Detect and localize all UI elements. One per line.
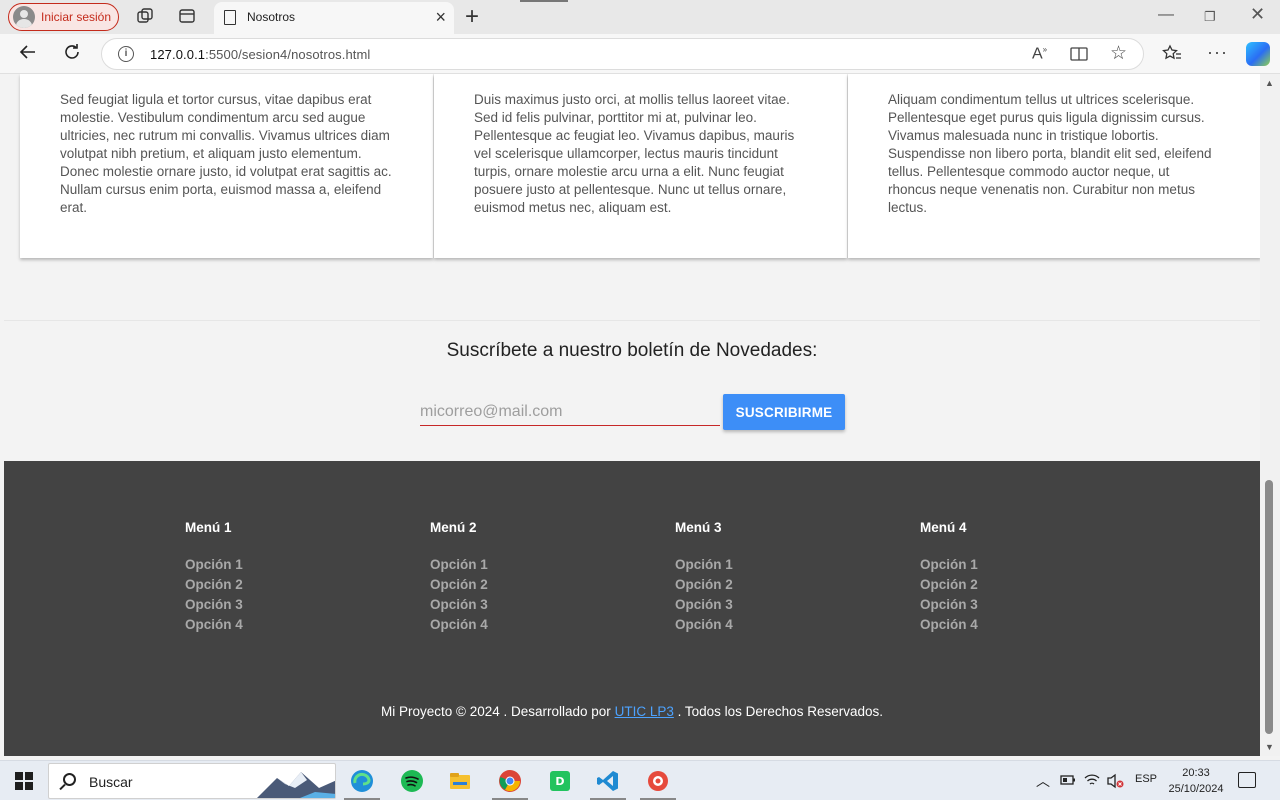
footer-link[interactable]: Opción 4	[430, 615, 630, 635]
immersive-reader-icon[interactable]	[1070, 45, 1088, 68]
show-hidden-icons-icon[interactable]: ︿	[1036, 771, 1050, 791]
footer-link[interactable]: Opción 1	[920, 555, 1120, 575]
developer-link[interactable]: UTIC LP3	[615, 704, 674, 719]
file-explorer-icon[interactable]	[448, 769, 472, 793]
close-window-icon[interactable]: ✕	[1250, 4, 1265, 25]
favorite-star-icon[interactable]: ☆	[1110, 42, 1127, 65]
workspaces-icon[interactable]	[136, 7, 156, 27]
more-options-icon[interactable]: ···	[1207, 42, 1228, 63]
email-field[interactable]	[420, 398, 720, 426]
subscribe-button[interactable]: SUSCRIBIRME	[723, 394, 845, 430]
clock-time: 20:33	[1182, 767, 1210, 779]
read-aloud-icon[interactable]: A»	[1032, 45, 1047, 63]
refresh-icon[interactable]	[62, 42, 82, 68]
footer-link[interactable]: Opción 3	[920, 595, 1120, 615]
profile-icon	[13, 6, 35, 28]
info-card: Aliquam condimentum tellus ut ultrices s…	[848, 74, 1260, 258]
search-label: Buscar	[89, 774, 133, 790]
clock-date: 25/10/2024	[1168, 783, 1224, 795]
card-text: Aliquam condimentum tellus ut ultrices s…	[888, 92, 1212, 215]
copilot-icon[interactable]	[1246, 42, 1270, 66]
copyright-text: Mi Proyecto © 2024 . Desarrollado por UT…	[381, 704, 883, 719]
footer-menu-title: Menú 3	[675, 520, 722, 535]
footer-link[interactable]: Opción 4	[675, 615, 875, 635]
footer-menu-title: Menú 2	[430, 520, 477, 535]
windows-taskbar: Buscar D ︿ ESP 20:33 25/10/2024	[0, 760, 1280, 800]
search-highlight-image	[257, 772, 335, 798]
card-text: Duis maximus justo orci, at mollis tellu…	[474, 92, 795, 215]
footer-link[interactable]: Opción 3	[675, 595, 875, 615]
card-row: Sed feugiat ligula et tortor cursus, vit…	[20, 74, 1260, 258]
footer-link[interactable]: Opción 1	[430, 555, 630, 575]
signin-label: Iniciar sesión	[41, 10, 112, 24]
chrome-icon[interactable]	[498, 769, 522, 793]
page-icon	[224, 10, 236, 25]
taskbar-search[interactable]: Buscar	[48, 763, 336, 799]
footer-link[interactable]: Opción 3	[430, 595, 630, 615]
vscode-icon[interactable]	[596, 769, 620, 793]
footer-menu-title: Menú 1	[185, 520, 232, 535]
footer-link[interactable]: Opción 1	[675, 555, 875, 575]
signin-button[interactable]: Iniciar sesión	[8, 3, 119, 31]
footer-menu-title: Menú 4	[920, 520, 967, 535]
notifications-icon[interactable]	[1238, 772, 1256, 788]
close-tab-icon[interactable]: ×	[435, 7, 446, 27]
new-tab-icon[interactable]: +	[465, 3, 479, 31]
info-card: Duis maximus justo orci, at mollis tellu…	[434, 74, 847, 258]
edge-icon[interactable]	[350, 769, 374, 793]
page-scrollbar[interactable]: ▲ ▼	[1260, 74, 1280, 756]
scroll-down-icon[interactable]: ▼	[1265, 742, 1274, 752]
wifi-icon[interactable]	[1084, 773, 1100, 787]
browser-titlebar: Iniciar sesión Nosotros × + — ❐ ✕	[0, 0, 1280, 34]
section-divider	[4, 320, 1260, 321]
search-icon	[63, 773, 76, 786]
scrollbar-thumb[interactable]	[1265, 480, 1273, 734]
restore-icon[interactable]: ❐	[1204, 9, 1216, 25]
minimize-icon[interactable]: —	[1158, 6, 1174, 24]
newsletter-title: Suscríbete a nuestro boletín de Novedade…	[446, 340, 818, 361]
footer-link[interactable]: Opción 3	[185, 595, 385, 615]
battery-icon[interactable]	[1060, 774, 1076, 786]
git-client-icon[interactable]	[646, 769, 670, 793]
back-icon[interactable]	[18, 42, 38, 68]
footer-link[interactable]: Opción 2	[920, 575, 1120, 595]
footer-link[interactable]: Opción 2	[675, 575, 875, 595]
page-viewport: Sed feugiat ligula et tortor cursus, vit…	[4, 74, 1260, 756]
url-field[interactable]: i 127.0.0.1:5500/sesion4/nosotros.html A…	[101, 38, 1144, 70]
url-text: 127.0.0.1:5500/sesion4/nosotros.html	[150, 47, 371, 62]
favorites-icon[interactable]	[1162, 44, 1182, 69]
card-text: Sed feugiat ligula et tortor cursus, vit…	[60, 92, 392, 215]
tab-nosotros[interactable]: Nosotros ×	[214, 2, 454, 34]
spotify-icon[interactable]	[400, 769, 424, 793]
drag-indicator	[520, 0, 568, 2]
language-indicator[interactable]: ESP	[1135, 773, 1157, 785]
start-button[interactable]	[15, 772, 33, 790]
scroll-up-icon[interactable]: ▲	[1265, 78, 1274, 88]
svg-text:D: D	[555, 775, 564, 788]
datagrip-icon[interactable]: D	[548, 769, 572, 793]
system-clock[interactable]: 20:33 25/10/2024	[1158, 765, 1234, 797]
footer-link[interactable]: Opción 2	[430, 575, 630, 595]
footer-link[interactable]: Opción 4	[185, 615, 385, 635]
site-info-icon[interactable]: i	[118, 46, 134, 62]
footer-menu-1: Menú 1 Opción 1 Opción 2 Opción 3 Opción…	[185, 520, 385, 635]
footer: Menú 1 Opción 1 Opción 2 Opción 3 Opción…	[4, 461, 1260, 756]
footer-link[interactable]: Opción 4	[920, 615, 1120, 635]
footer-menu-4: Menú 4 Opción 1 Opción 2 Opción 3 Opción…	[920, 520, 1120, 635]
address-bar: i 127.0.0.1:5500/sesion4/nosotros.html A…	[0, 34, 1280, 74]
footer-link[interactable]: Opción 2	[185, 575, 385, 595]
volume-muted-icon[interactable]	[1106, 773, 1124, 789]
tab-actions-icon[interactable]	[178, 7, 198, 27]
footer-menu-3: Menú 3 Opción 1 Opción 2 Opción 3 Opción…	[675, 520, 875, 635]
footer-menu-2: Menú 2 Opción 1 Opción 2 Opción 3 Opción…	[430, 520, 630, 635]
tab-title: Nosotros	[247, 10, 296, 24]
info-card: Sed feugiat ligula et tortor cursus, vit…	[20, 74, 433, 258]
footer-link[interactable]: Opción 1	[185, 555, 385, 575]
